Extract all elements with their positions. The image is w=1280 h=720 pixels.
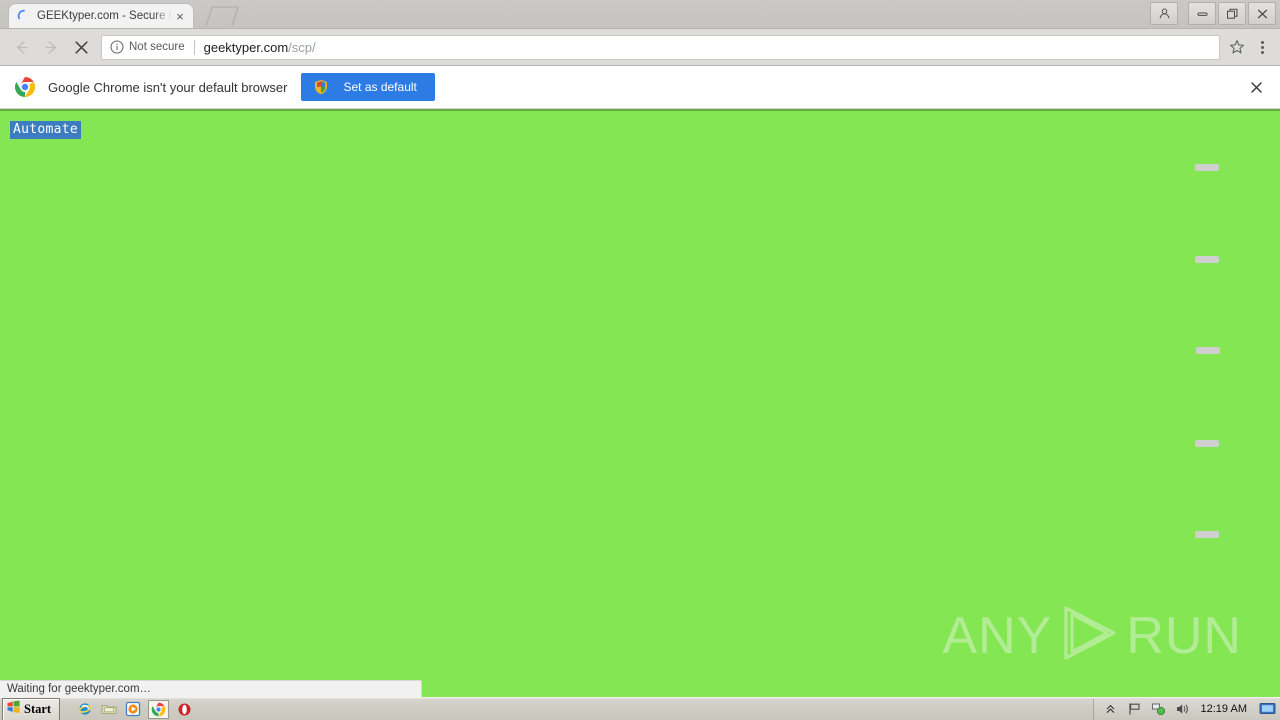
start-label: Start <box>24 701 52 716</box>
google-chrome-icon[interactable] <box>148 699 170 719</box>
placeholder-bar <box>1195 256 1219 263</box>
omnibox-divider <box>193 39 195 55</box>
chrome-browser-window: GEEKtyper.com - Secure Co × Not secure g… <box>0 0 1280 697</box>
volume-icon[interactable] <box>1174 701 1191 718</box>
new-tab-button[interactable] <box>202 5 242 27</box>
page-viewport: Automate ANY RUN Waiting for geektyper.c… <box>0 109 1280 697</box>
security-status-label: Not secure <box>129 41 185 53</box>
windows-taskbar: Start 12:19 AM <box>0 697 1280 720</box>
watermark-any-text: ANY <box>942 606 1053 665</box>
play-triangle-icon <box>1058 604 1120 667</box>
show-desktop-icon[interactable] <box>1259 701 1276 718</box>
placeholder-bar <box>1195 440 1219 447</box>
profile-icon[interactable] <box>1150 2 1178 25</box>
set-as-default-label: Set as default <box>343 80 417 94</box>
flag-icon[interactable] <box>1126 701 1143 718</box>
url-host: geektyper.com <box>203 39 289 55</box>
anyrun-watermark: ANY RUN <box>942 604 1242 667</box>
clock[interactable]: 12:19 AM <box>1201 703 1247 715</box>
google-chrome-icon <box>14 76 36 98</box>
placeholder-bar <box>1196 347 1220 354</box>
placeholder-bar <box>1195 531 1219 538</box>
browser-toolbar: Not secure geektyper.com/scp/ <box>0 29 1280 66</box>
internet-explorer-icon[interactable] <box>76 701 93 718</box>
windows-logo-icon <box>6 700 21 719</box>
browser-tab[interactable]: GEEKtyper.com - Secure Co × <box>8 3 194 28</box>
media-player-icon[interactable] <box>124 701 141 718</box>
page-top-border <box>0 109 1280 111</box>
loading-spinner-icon <box>17 9 31 23</box>
automate-button[interactable]: Automate <box>10 121 82 139</box>
opera-icon[interactable] <box>176 701 193 718</box>
close-icon[interactable] <box>1248 2 1276 25</box>
tab-close-icon[interactable]: × <box>171 7 189 25</box>
start-button[interactable]: Start <box>2 697 61 720</box>
url-path: /scp/ <box>288 39 316 55</box>
infobar-close-icon[interactable] <box>1246 77 1266 97</box>
window-caption-buttons <box>1150 2 1276 25</box>
minimize-icon[interactable] <box>1188 2 1216 25</box>
page-status-bubble: Waiting for geektyper.com… <box>0 680 422 697</box>
network-icon[interactable] <box>1150 701 1167 718</box>
address-bar[interactable]: Not secure geektyper.com/scp/ <box>101 34 1220 60</box>
url-text: geektyper.com/scp/ <box>204 40 316 55</box>
screen: GEEKtyper.com - Secure Co × Not secure g… <box>0 0 1280 720</box>
info-circle-icon <box>110 40 124 54</box>
forward-arrow-icon[interactable] <box>36 33 66 61</box>
quick-launch-bar <box>64 699 193 719</box>
status-text: Waiting for geektyper.com… <box>7 683 152 695</box>
stop-loading-icon[interactable] <box>66 33 96 61</box>
watermark-run-text: RUN <box>1126 606 1242 665</box>
placeholder-bar <box>1195 164 1219 171</box>
infobar-message: Google Chrome isn't your default browser <box>48 79 288 95</box>
show-hidden-icons-chevron[interactable] <box>1102 701 1119 718</box>
windows-explorer-icon[interactable] <box>100 701 117 718</box>
windows-shield-icon <box>313 79 329 95</box>
tab-title: GEEKtyper.com - Secure Co <box>37 10 171 22</box>
maximize-icon[interactable] <box>1218 2 1246 25</box>
tab-strip: GEEKtyper.com - Secure Co × <box>0 0 1280 29</box>
back-arrow-icon[interactable] <box>6 33 36 61</box>
system-tray: 12:19 AM <box>1092 698 1280 720</box>
star-icon[interactable] <box>1224 34 1250 60</box>
three-dot-menu-icon[interactable] <box>1250 33 1274 61</box>
set-as-default-button[interactable]: Set as default <box>301 73 435 101</box>
default-browser-infobar: Google Chrome isn't your default browser… <box>0 66 1280 109</box>
